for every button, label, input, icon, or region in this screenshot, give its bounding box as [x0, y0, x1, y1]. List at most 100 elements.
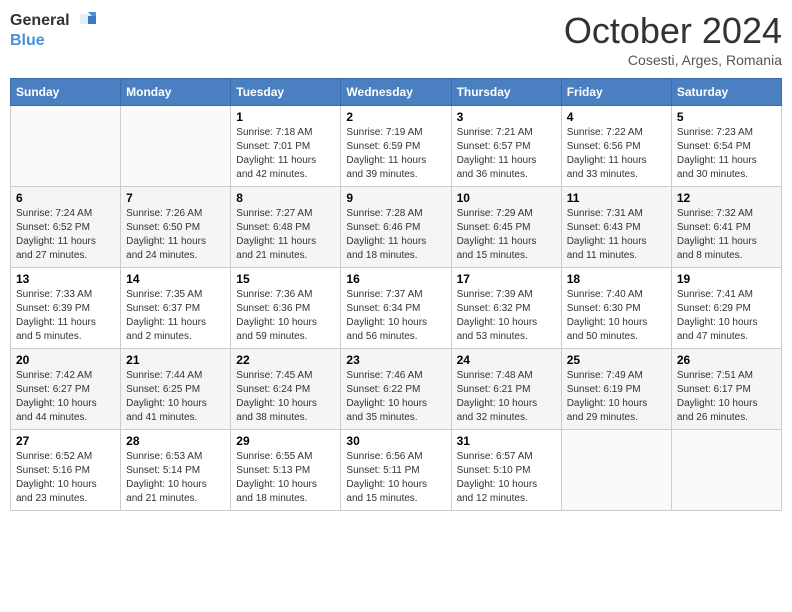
calendar-cell: 19 Sunrise: 7:41 AMSunset: 6:29 PMDaylig… [671, 268, 781, 349]
day-info: Sunrise: 7:40 AMSunset: 6:30 PMDaylight:… [567, 288, 666, 344]
calendar-cell [561, 430, 671, 511]
day-info: Sunrise: 7:22 AMSunset: 6:56 PMDaylight:… [567, 126, 666, 182]
day-info: Sunrise: 7:31 AMSunset: 6:43 PMDaylight:… [567, 207, 666, 263]
calendar-cell: 21 Sunrise: 7:44 AMSunset: 6:25 PMDaylig… [121, 349, 231, 430]
day-info: Sunrise: 7:46 AMSunset: 6:22 PMDaylight:… [346, 369, 445, 425]
calendar-cell: 17 Sunrise: 7:39 AMSunset: 6:32 PMDaylig… [451, 268, 561, 349]
day-number: 7 [126, 191, 225, 205]
day-number: 22 [236, 353, 335, 367]
calendar-cell: 30 Sunrise: 6:56 AMSunset: 5:11 PMDaylig… [341, 430, 451, 511]
location: Cosesti, Arges, Romania [564, 52, 782, 68]
day-info: Sunrise: 7:32 AMSunset: 6:41 PMDaylight:… [677, 207, 776, 263]
day-number: 26 [677, 353, 776, 367]
day-number: 27 [16, 434, 115, 448]
calendar-cell: 14 Sunrise: 7:35 AMSunset: 6:37 PMDaylig… [121, 268, 231, 349]
calendar-cell: 12 Sunrise: 7:32 AMSunset: 6:41 PMDaylig… [671, 187, 781, 268]
day-info: Sunrise: 7:33 AMSunset: 6:39 PMDaylight:… [16, 288, 115, 344]
calendar-cell: 24 Sunrise: 7:48 AMSunset: 6:21 PMDaylig… [451, 349, 561, 430]
day-number: 20 [16, 353, 115, 367]
day-number: 29 [236, 434, 335, 448]
day-number: 24 [457, 353, 556, 367]
header-thursday: Thursday [451, 79, 561, 106]
day-info: Sunrise: 7:28 AMSunset: 6:46 PMDaylight:… [346, 207, 445, 263]
calendar-cell: 13 Sunrise: 7:33 AMSunset: 6:39 PMDaylig… [11, 268, 121, 349]
day-number: 23 [346, 353, 445, 367]
weekday-row: Sunday Monday Tuesday Wednesday Thursday… [11, 79, 782, 106]
day-info: Sunrise: 6:52 AMSunset: 5:16 PMDaylight:… [16, 450, 115, 506]
header-saturday: Saturday [671, 79, 781, 106]
day-number: 4 [567, 110, 666, 124]
calendar-cell: 25 Sunrise: 7:49 AMSunset: 6:19 PMDaylig… [561, 349, 671, 430]
day-number: 9 [346, 191, 445, 205]
calendar-cell: 5 Sunrise: 7:23 AMSunset: 6:54 PMDayligh… [671, 106, 781, 187]
calendar-cell: 4 Sunrise: 7:22 AMSunset: 6:56 PMDayligh… [561, 106, 671, 187]
day-info: Sunrise: 7:39 AMSunset: 6:32 PMDaylight:… [457, 288, 556, 344]
day-number: 15 [236, 272, 335, 286]
calendar-cell: 16 Sunrise: 7:37 AMSunset: 6:34 PMDaylig… [341, 268, 451, 349]
calendar-header: Sunday Monday Tuesday Wednesday Thursday… [11, 79, 782, 106]
logo: General Blue [10, 10, 96, 50]
calendar-cell: 20 Sunrise: 7:42 AMSunset: 6:27 PMDaylig… [11, 349, 121, 430]
day-info: Sunrise: 7:24 AMSunset: 6:52 PMDaylight:… [16, 207, 115, 263]
day-info: Sunrise: 7:37 AMSunset: 6:34 PMDaylight:… [346, 288, 445, 344]
day-info: Sunrise: 7:48 AMSunset: 6:21 PMDaylight:… [457, 369, 556, 425]
day-number: 30 [346, 434, 445, 448]
page-header: General Blue October 2024 Cosesti, Arges… [10, 10, 782, 68]
calendar-cell: 23 Sunrise: 7:46 AMSunset: 6:22 PMDaylig… [341, 349, 451, 430]
day-info: Sunrise: 7:44 AMSunset: 6:25 PMDaylight:… [126, 369, 225, 425]
calendar-cell: 1 Sunrise: 7:18 AMSunset: 7:01 PMDayligh… [231, 106, 341, 187]
day-number: 1 [236, 110, 335, 124]
calendar-week-1: 6 Sunrise: 7:24 AMSunset: 6:52 PMDayligh… [11, 187, 782, 268]
header-friday: Friday [561, 79, 671, 106]
day-number: 10 [457, 191, 556, 205]
header-sunday: Sunday [11, 79, 121, 106]
calendar-cell: 26 Sunrise: 7:51 AMSunset: 6:17 PMDaylig… [671, 349, 781, 430]
calendar-cell [121, 106, 231, 187]
calendar-week-3: 20 Sunrise: 7:42 AMSunset: 6:27 PMDaylig… [11, 349, 782, 430]
calendar-cell [11, 106, 121, 187]
day-number: 19 [677, 272, 776, 286]
calendar-cell: 10 Sunrise: 7:29 AMSunset: 6:45 PMDaylig… [451, 187, 561, 268]
day-info: Sunrise: 7:41 AMSunset: 6:29 PMDaylight:… [677, 288, 776, 344]
day-number: 18 [567, 272, 666, 286]
calendar-week-2: 13 Sunrise: 7:33 AMSunset: 6:39 PMDaylig… [11, 268, 782, 349]
day-info: Sunrise: 7:21 AMSunset: 6:57 PMDaylight:… [457, 126, 556, 182]
day-info: Sunrise: 7:51 AMSunset: 6:17 PMDaylight:… [677, 369, 776, 425]
header-tuesday: Tuesday [231, 79, 341, 106]
day-info: Sunrise: 7:18 AMSunset: 7:01 PMDaylight:… [236, 126, 335, 182]
calendar-body: 1 Sunrise: 7:18 AMSunset: 7:01 PMDayligh… [11, 106, 782, 511]
day-info: Sunrise: 7:19 AMSunset: 6:59 PMDaylight:… [346, 126, 445, 182]
day-number: 11 [567, 191, 666, 205]
day-info: Sunrise: 7:36 AMSunset: 6:36 PMDaylight:… [236, 288, 335, 344]
calendar-cell: 9 Sunrise: 7:28 AMSunset: 6:46 PMDayligh… [341, 187, 451, 268]
day-info: Sunrise: 6:57 AMSunset: 5:10 PMDaylight:… [457, 450, 556, 506]
calendar-cell: 11 Sunrise: 7:31 AMSunset: 6:43 PMDaylig… [561, 187, 671, 268]
day-number: 5 [677, 110, 776, 124]
day-info: Sunrise: 7:35 AMSunset: 6:37 PMDaylight:… [126, 288, 225, 344]
day-number: 8 [236, 191, 335, 205]
calendar-cell: 18 Sunrise: 7:40 AMSunset: 6:30 PMDaylig… [561, 268, 671, 349]
day-number: 21 [126, 353, 225, 367]
day-number: 2 [346, 110, 445, 124]
day-number: 14 [126, 272, 225, 286]
calendar-cell: 22 Sunrise: 7:45 AMSunset: 6:24 PMDaylig… [231, 349, 341, 430]
title-block: October 2024 Cosesti, Arges, Romania [564, 10, 782, 68]
day-number: 13 [16, 272, 115, 286]
calendar-cell [671, 430, 781, 511]
day-info: Sunrise: 6:55 AMSunset: 5:13 PMDaylight:… [236, 450, 335, 506]
calendar-cell: 28 Sunrise: 6:53 AMSunset: 5:14 PMDaylig… [121, 430, 231, 511]
day-info: Sunrise: 6:53 AMSunset: 5:14 PMDaylight:… [126, 450, 225, 506]
day-info: Sunrise: 7:26 AMSunset: 6:50 PMDaylight:… [126, 207, 225, 263]
day-number: 17 [457, 272, 556, 286]
calendar-cell: 2 Sunrise: 7:19 AMSunset: 6:59 PMDayligh… [341, 106, 451, 187]
calendar-cell: 8 Sunrise: 7:27 AMSunset: 6:48 PMDayligh… [231, 187, 341, 268]
calendar-cell: 31 Sunrise: 6:57 AMSunset: 5:10 PMDaylig… [451, 430, 561, 511]
day-number: 6 [16, 191, 115, 205]
day-number: 31 [457, 434, 556, 448]
calendar-cell: 7 Sunrise: 7:26 AMSunset: 6:50 PMDayligh… [121, 187, 231, 268]
day-number: 12 [677, 191, 776, 205]
header-wednesday: Wednesday [341, 79, 451, 106]
calendar-cell: 15 Sunrise: 7:36 AMSunset: 6:36 PMDaylig… [231, 268, 341, 349]
day-info: Sunrise: 7:29 AMSunset: 6:45 PMDaylight:… [457, 207, 556, 263]
day-number: 28 [126, 434, 225, 448]
